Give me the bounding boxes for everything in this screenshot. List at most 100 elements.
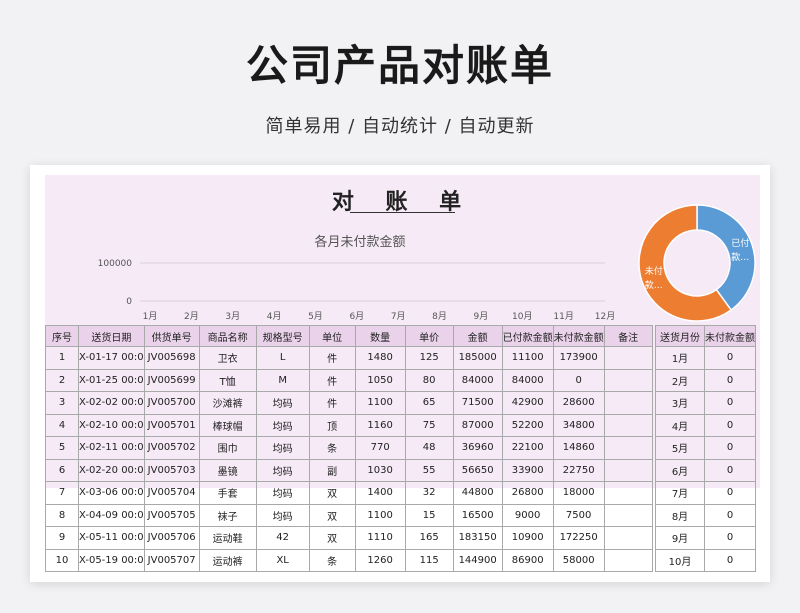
table-cell[interactable]: 56650 (452, 458, 503, 482)
table-cell[interactable]: 0 (704, 503, 756, 527)
table-cell[interactable]: 1110 (354, 526, 406, 550)
table-cell[interactable]: 15 (404, 503, 454, 527)
table-cell[interactable]: 棒球帽 (198, 413, 257, 437)
table-cell[interactable]: 11100 (501, 346, 554, 370)
table-cell[interactable]: M (255, 368, 310, 392)
table-cell[interactable]: X-01-17 00:0 (78, 346, 145, 370)
table-cell[interactable]: 墨镜 (198, 458, 257, 482)
table-cell[interactable]: T恤 (198, 368, 257, 392)
table-cell[interactable]: 0 (704, 526, 756, 550)
table-cell[interactable]: 28600 (552, 391, 605, 415)
table-cell[interactable]: JV005705 (143, 503, 200, 527)
table-cell[interactable]: 0 (704, 413, 756, 437)
table-cell[interactable]: 件 (308, 368, 356, 392)
table-cell[interactable]: 86900 (501, 548, 554, 572)
table-cell[interactable]: JV005703 (143, 458, 200, 482)
table-cell[interactable]: JV005700 (143, 391, 200, 415)
table-cell[interactable]: 件 (308, 346, 356, 370)
table-cell[interactable]: 16500 (452, 503, 503, 527)
table-cell[interactable]: 8 (45, 503, 79, 527)
table-cell[interactable] (603, 548, 653, 572)
table-cell[interactable]: 6月 (655, 458, 705, 482)
table-cell[interactable]: X-05-19 00:0 (78, 548, 145, 572)
table-cell[interactable]: 7500 (552, 503, 605, 527)
table-cell[interactable]: 84000 (501, 368, 554, 392)
table-cell[interactable]: 沙滩裤 (198, 391, 257, 415)
table-cell[interactable]: 1 (45, 346, 79, 370)
table-cell[interactable]: 围巾 (198, 436, 257, 460)
table-cell[interactable]: 10 (45, 548, 79, 572)
table-cell[interactable]: 5 (45, 436, 79, 460)
table-cell[interactable]: X-02-20 00:0 (78, 458, 145, 482)
table-cell[interactable]: 3月 (655, 391, 705, 415)
table-cell[interactable] (603, 458, 653, 482)
table-cell[interactable]: L (255, 346, 310, 370)
table-cell[interactable]: 10月 (655, 548, 705, 572)
table-cell[interactable]: JV005698 (143, 346, 200, 370)
table-cell[interactable]: 14860 (552, 436, 605, 460)
table-cell[interactable]: 手套 (198, 481, 257, 505)
table-cell[interactable]: 双 (308, 503, 356, 527)
table-cell[interactable]: X-01-25 00:0 (78, 368, 145, 392)
table-cell[interactable]: 32 (404, 481, 454, 505)
table-cell[interactable]: 770 (354, 436, 406, 460)
table-cell[interactable]: JV005707 (143, 548, 200, 572)
table-cell[interactable]: 均码 (255, 413, 310, 437)
table-cell[interactable]: 18000 (552, 481, 605, 505)
table-cell[interactable]: 0 (704, 391, 756, 415)
table-cell[interactable]: JV005702 (143, 436, 200, 460)
table-cell[interactable]: 44800 (452, 481, 503, 505)
table-cell[interactable]: 5月 (655, 436, 705, 460)
table-cell[interactable]: 条 (308, 436, 356, 460)
table-cell[interactable]: 副 (308, 458, 356, 482)
table-cell[interactable]: 均码 (255, 436, 310, 460)
table-cell[interactable]: JV005706 (143, 526, 200, 550)
table-cell[interactable] (603, 436, 653, 460)
table-cell[interactable]: 42 (255, 526, 310, 550)
table-cell[interactable]: JV005704 (143, 481, 200, 505)
table-cell[interactable]: JV005699 (143, 368, 200, 392)
table-cell[interactable]: 84000 (452, 368, 503, 392)
table-cell[interactable]: X-03-06 00:0 (78, 481, 145, 505)
table-cell[interactable]: 10900 (501, 526, 554, 550)
table-cell[interactable]: 9月 (655, 526, 705, 550)
table-cell[interactable]: 34800 (552, 413, 605, 437)
table-cell[interactable]: 卫衣 (198, 346, 257, 370)
table-cell[interactable]: 均码 (255, 481, 310, 505)
table-cell[interactable]: 运动裤 (198, 548, 257, 572)
table-cell[interactable] (603, 526, 653, 550)
table-cell[interactable]: 52200 (501, 413, 554, 437)
table-cell[interactable]: 0 (704, 481, 756, 505)
table-cell[interactable]: 1月 (655, 346, 705, 370)
table-cell[interactable]: 0 (704, 368, 756, 392)
table-cell[interactable]: 115 (404, 548, 454, 572)
table-cell[interactable] (603, 391, 653, 415)
table-cell[interactable]: 75 (404, 413, 454, 437)
table-cell[interactable]: 65 (404, 391, 454, 415)
table-cell[interactable]: 1050 (354, 368, 406, 392)
table-cell[interactable]: 165 (404, 526, 454, 550)
table-cell[interactable]: 87000 (452, 413, 503, 437)
table-cell[interactable]: 4 (45, 413, 79, 437)
table-cell[interactable]: 条 (308, 548, 356, 572)
table-cell[interactable]: 均码 (255, 458, 310, 482)
table-cell[interactable]: 144900 (452, 548, 503, 572)
table-cell[interactable]: 0 (704, 346, 756, 370)
table-cell[interactable]: 1100 (354, 391, 406, 415)
table-cell[interactable] (603, 413, 653, 437)
table-cell[interactable]: 1160 (354, 413, 406, 437)
table-cell[interactable]: 1100 (354, 503, 406, 527)
table-cell[interactable]: 1480 (354, 346, 406, 370)
table-cell[interactable]: 双 (308, 526, 356, 550)
table-cell[interactable]: 9000 (501, 503, 554, 527)
table-cell[interactable]: XL (255, 548, 310, 572)
table-cell[interactable]: 9 (45, 526, 79, 550)
table-cell[interactable]: 33900 (501, 458, 554, 482)
table-cell[interactable]: 8月 (655, 503, 705, 527)
table-cell[interactable]: 26800 (501, 481, 554, 505)
table-cell[interactable]: 6 (45, 458, 79, 482)
table-cell[interactable]: 7月 (655, 481, 705, 505)
table-cell[interactable]: 1030 (354, 458, 406, 482)
table-cell[interactable]: 2月 (655, 368, 705, 392)
table-cell[interactable]: 1400 (354, 481, 406, 505)
